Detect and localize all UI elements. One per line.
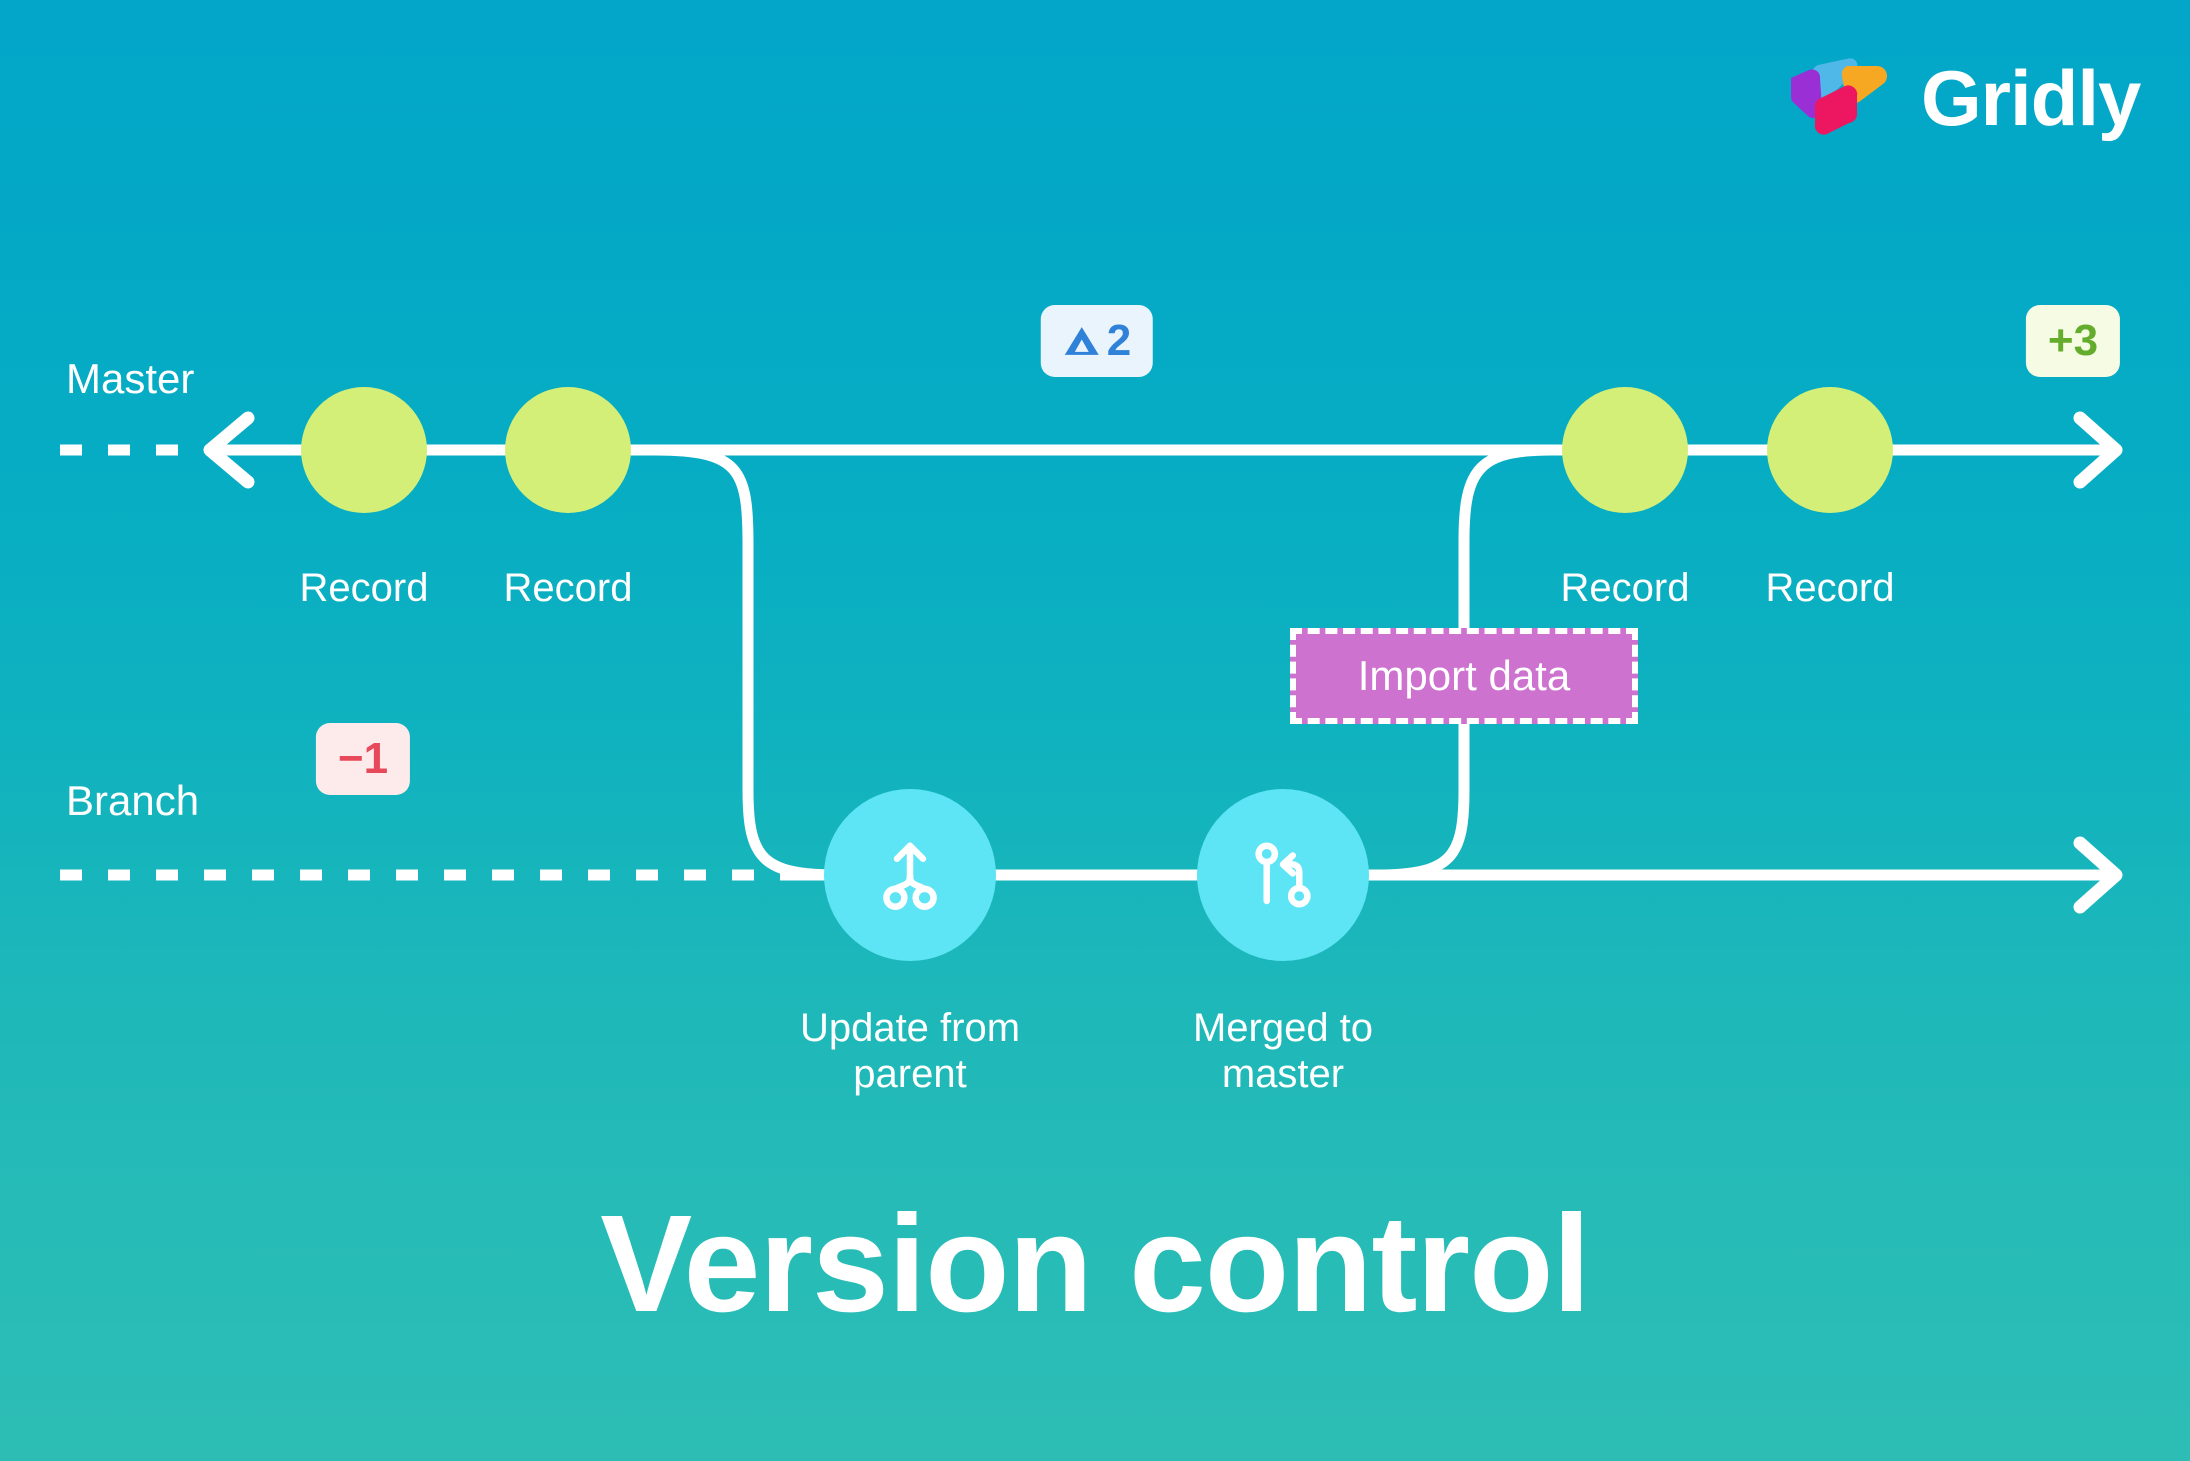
status-badge-plus[interactable]: +3	[2025, 305, 2121, 377]
status-badge-plus-value: +3	[2047, 316, 2099, 365]
node-merged-to-master[interactable]	[1197, 789, 1369, 961]
lane-label-branch: Branch	[66, 777, 200, 824]
node-label-record-2: Record	[503, 566, 633, 610]
triangle-up-icon	[1064, 327, 1099, 355]
status-badge-delta[interactable]: 2	[1040, 305, 1154, 377]
node-record-3[interactable]	[1562, 387, 1688, 513]
node-label-record-4: Record	[1765, 566, 1895, 610]
status-badge-minus[interactable]: −1	[315, 723, 411, 795]
node-label-record-1: Record	[299, 566, 429, 610]
page-title: Version control	[600, 1187, 1591, 1341]
node-record-2[interactable]	[505, 387, 631, 513]
node-label-record-3: Record	[1560, 566, 1690, 610]
node-record-1[interactable]	[301, 387, 427, 513]
version-control-diagram: Gridly Master Branch Record Record Recor…	[0, 0, 2190, 1461]
status-badge-minus-value: −1	[337, 734, 389, 783]
status-badge-delta-value: 2	[1106, 316, 1132, 365]
node-label-merged-to-master: Merged to master	[1192, 1006, 1374, 1097]
node-record-4[interactable]	[1767, 387, 1893, 513]
lane-label-master: Master	[66, 355, 195, 402]
branch-merge-up-icon	[883, 842, 937, 910]
pull-request-merge-icon	[1255, 842, 1311, 908]
node-update-from-parent[interactable]	[824, 789, 996, 961]
fork-curve-master-to-branch	[649, 444, 844, 881]
import-data-label: Import data	[1357, 652, 1571, 699]
import-data-box[interactable]: Import data	[1290, 628, 1638, 724]
node-label-update-from-parent: Update from parent	[799, 1006, 1021, 1097]
